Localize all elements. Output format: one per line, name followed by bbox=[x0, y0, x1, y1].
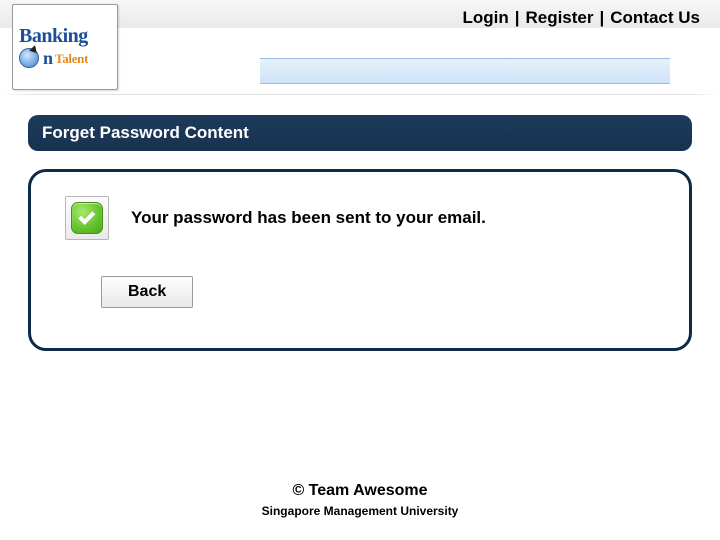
back-button[interactable]: Back bbox=[101, 276, 193, 308]
success-message: Your password has been sent to your emai… bbox=[131, 208, 486, 228]
login-link[interactable]: Login bbox=[462, 8, 508, 28]
separator: | bbox=[600, 8, 605, 28]
globe-icon bbox=[19, 48, 41, 70]
page-title: Forget Password Content bbox=[28, 115, 692, 151]
separator: | bbox=[515, 8, 520, 28]
register-link[interactable]: Register bbox=[525, 8, 593, 28]
site-logo[interactable]: Banking n Talent bbox=[12, 4, 118, 90]
success-row: Your password has been sent to your emai… bbox=[65, 196, 665, 240]
nav-strip bbox=[260, 58, 670, 84]
contact-link[interactable]: Contact Us bbox=[610, 8, 700, 28]
content-panel: Your password has been sent to your emai… bbox=[28, 169, 692, 351]
logo-text-line2: n Talent bbox=[19, 48, 111, 70]
footer-copyright: © Team Awesome bbox=[0, 482, 720, 500]
header-divider bbox=[0, 94, 720, 95]
page-footer: © Team Awesome Singapore Management Univ… bbox=[0, 482, 720, 518]
footer-org: Singapore Management University bbox=[0, 504, 720, 518]
success-check-icon bbox=[65, 196, 109, 240]
